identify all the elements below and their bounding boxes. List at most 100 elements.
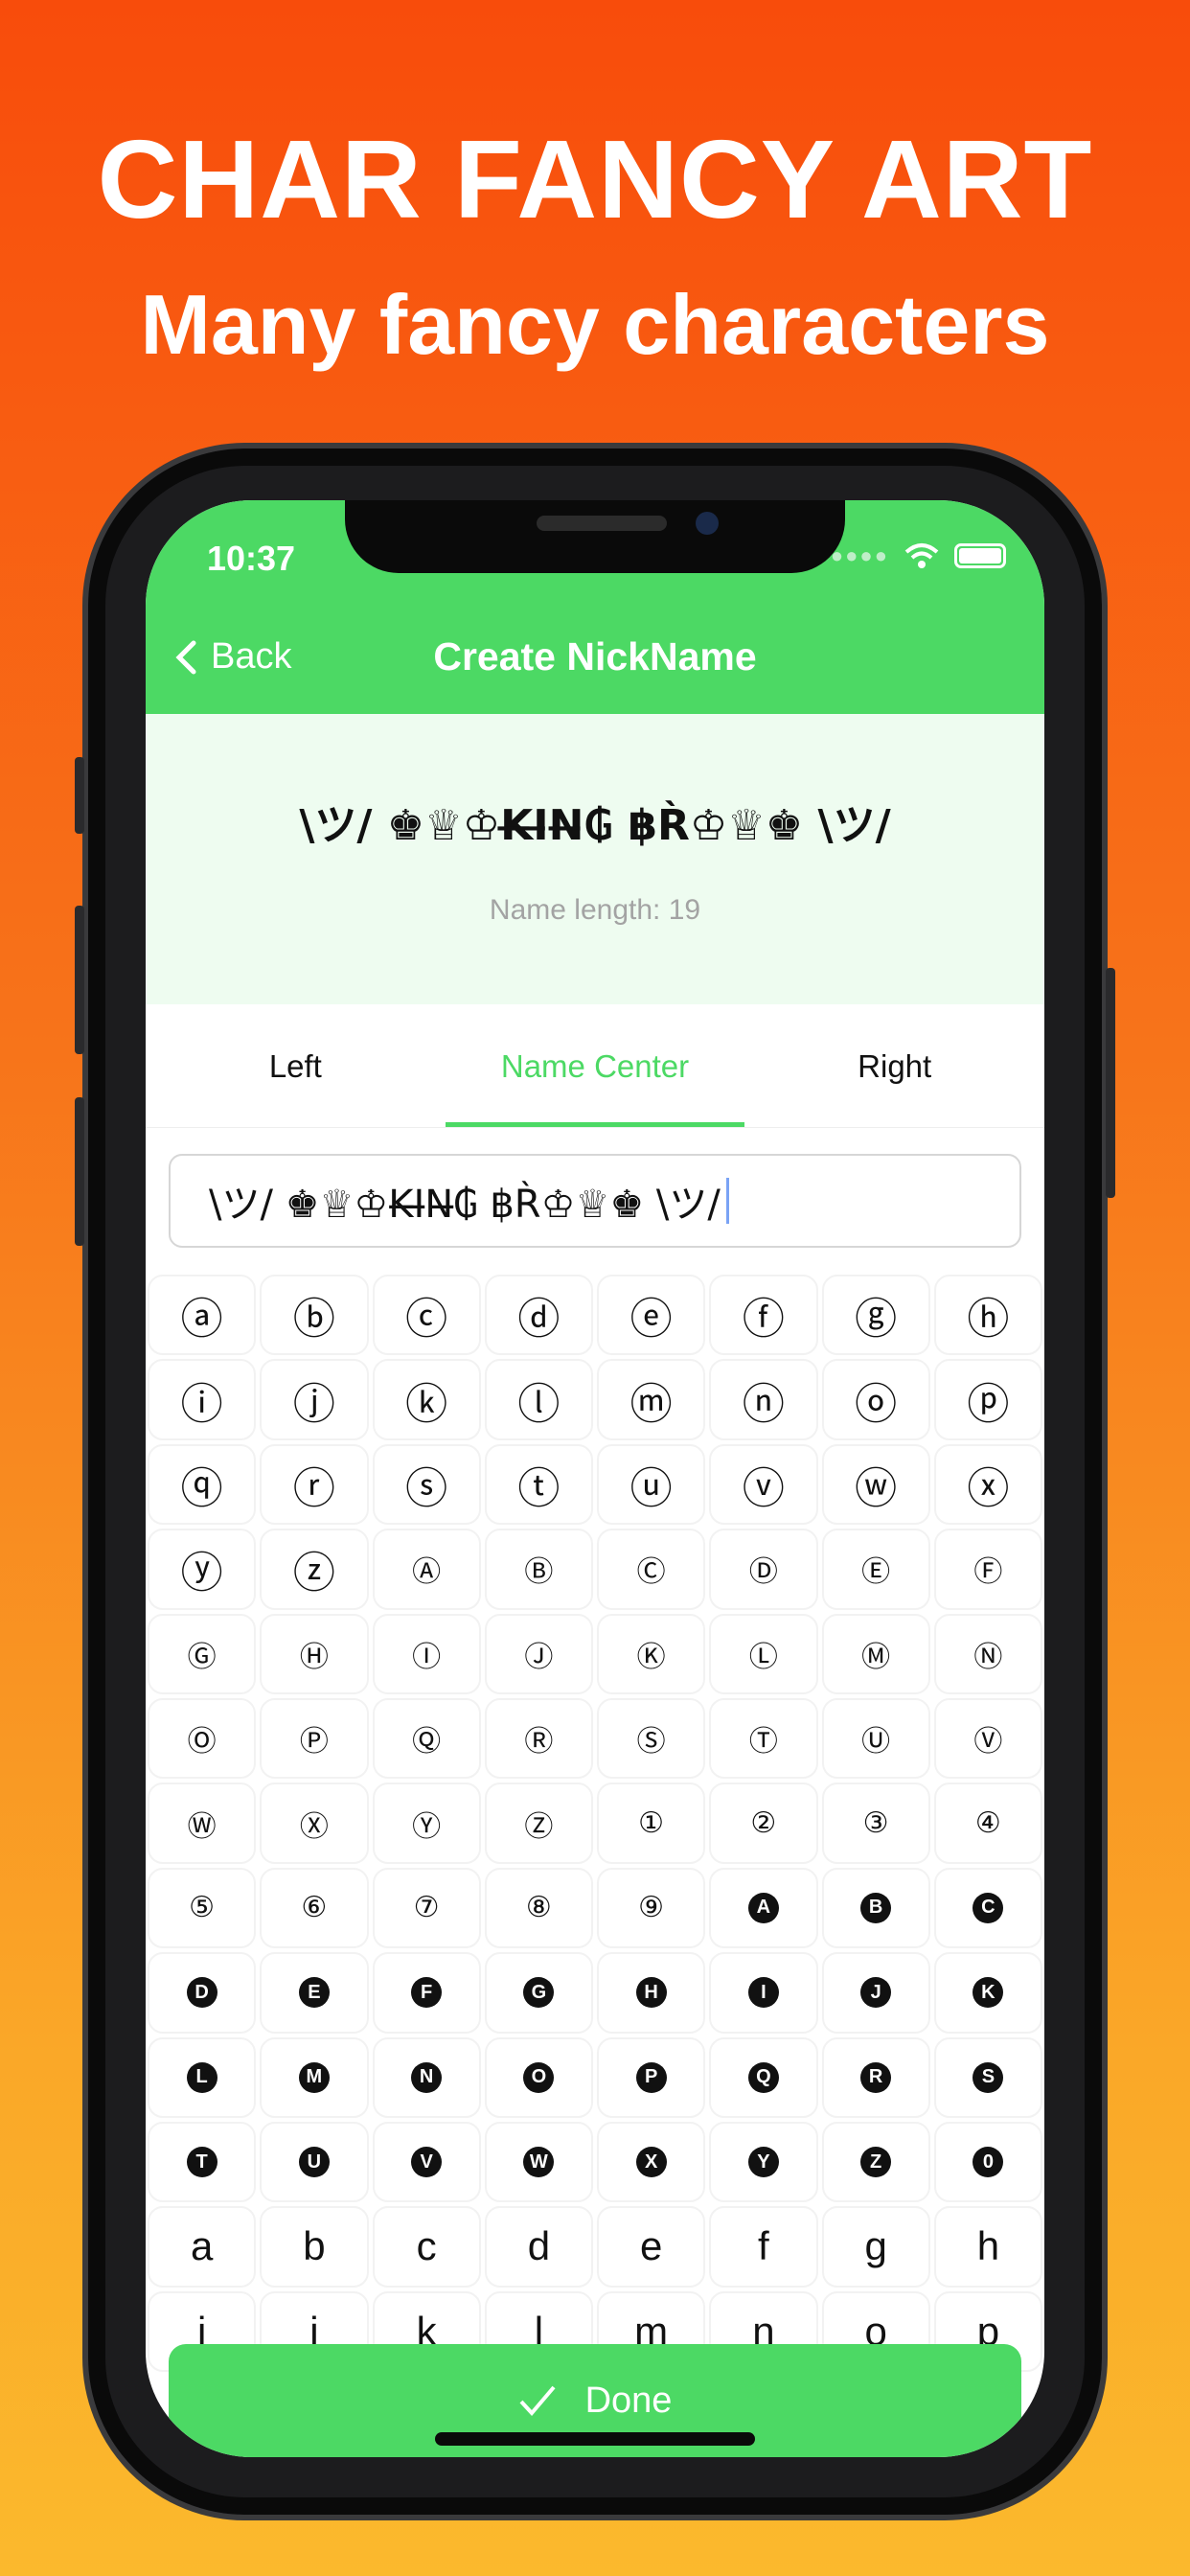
char-cell[interactable]: ⓧ bbox=[933, 1443, 1042, 1526]
char-cell[interactable]: Ⓣ bbox=[709, 1697, 818, 1780]
char-cell[interactable]: U bbox=[260, 2121, 369, 2203]
char-cell[interactable]: Z bbox=[821, 2121, 930, 2203]
char-cell[interactable]: Ⓒ bbox=[597, 1529, 706, 1610]
char-cell[interactable]: R bbox=[821, 2036, 930, 2118]
char-cell[interactable]: ⓨ bbox=[148, 1529, 257, 1610]
char-cell[interactable]: ⓖ bbox=[821, 1275, 930, 1356]
char-cell[interactable]: A bbox=[709, 1867, 818, 1949]
char-cell[interactable]: Ⓧ bbox=[260, 1782, 369, 1864]
char-cell[interactable]: ⓜ bbox=[597, 1359, 706, 1440]
char-cell[interactable]: J bbox=[821, 1952, 930, 2034]
char-cell[interactable]: ⓐ bbox=[148, 1275, 257, 1356]
char-cell[interactable]: P bbox=[597, 2036, 706, 2118]
char-cell[interactable]: S bbox=[933, 2036, 1042, 2118]
char-cell[interactable]: ⓓ bbox=[484, 1275, 593, 1356]
char-cell[interactable]: B bbox=[821, 1867, 930, 1949]
char-cell[interactable]: ⓚ bbox=[372, 1359, 481, 1440]
char-cell[interactable]: C bbox=[933, 1867, 1042, 1949]
char-cell[interactable]: ⓢ bbox=[372, 1443, 481, 1526]
char-cell[interactable]: Ⓦ bbox=[148, 1782, 257, 1864]
char-cell[interactable]: Ⓛ bbox=[709, 1613, 818, 1694]
char-cell[interactable]: f bbox=[709, 2206, 818, 2288]
char-cell[interactable]: Y bbox=[709, 2121, 818, 2203]
char-cell[interactable]: Ⓔ bbox=[821, 1529, 930, 1610]
char-cell[interactable]: Ⓗ bbox=[260, 1613, 369, 1694]
char-cell[interactable]: Ⓙ bbox=[484, 1613, 593, 1694]
char-cell[interactable]: b bbox=[260, 2206, 369, 2288]
char-cell[interactable]: ⑧ bbox=[484, 1867, 593, 1949]
char-cell[interactable]: Ⓚ bbox=[597, 1613, 706, 1694]
tab-left[interactable]: Left bbox=[146, 1004, 446, 1127]
char-cell[interactable]: K bbox=[933, 1952, 1042, 2034]
char-cell[interactable]: ④ bbox=[933, 1782, 1042, 1864]
char-cell[interactable]: Ⓨ bbox=[372, 1782, 481, 1864]
char-cell[interactable]: Q bbox=[709, 2036, 818, 2118]
tab-right[interactable]: Right bbox=[744, 1004, 1044, 1127]
name-input[interactable]: \ツ/ ♚♕♔K̶I̶N̶₲ ฿R̀♔♕♚ \ツ/ bbox=[169, 1154, 1021, 1248]
char-cell[interactable]: Ⓡ bbox=[484, 1697, 593, 1780]
char-cell[interactable]: Ⓑ bbox=[484, 1529, 593, 1610]
char-cell[interactable]: ⓑ bbox=[260, 1275, 369, 1356]
char-cell[interactable]: X bbox=[597, 2121, 706, 2203]
char-cell[interactable]: G bbox=[484, 1952, 593, 2034]
char-cell[interactable]: T bbox=[148, 2121, 257, 2203]
char-cell[interactable]: ⓞ bbox=[821, 1359, 930, 1440]
char-cell[interactable]: H bbox=[597, 1952, 706, 2034]
char-cell[interactable]: E bbox=[260, 1952, 369, 2034]
char-cell[interactable]: Ⓥ bbox=[933, 1697, 1042, 1780]
char-cell[interactable]: Ⓜ bbox=[821, 1613, 930, 1694]
char-cell[interactable]: h bbox=[933, 2206, 1042, 2288]
char-cell[interactable]: ② bbox=[709, 1782, 818, 1864]
char-cell[interactable]: Ⓖ bbox=[148, 1613, 257, 1694]
char-cell[interactable]: N bbox=[372, 2036, 481, 2118]
char-cell[interactable]: V bbox=[372, 2121, 481, 2203]
char-cell[interactable]: ⓙ bbox=[260, 1359, 369, 1440]
char-cell[interactable]: ⓤ bbox=[597, 1443, 706, 1526]
char-cell[interactable]: W bbox=[484, 2121, 593, 2203]
char-cell[interactable]: Ⓐ bbox=[372, 1529, 481, 1610]
char-cell[interactable]: ⓝ bbox=[709, 1359, 818, 1440]
char-cell[interactable]: ⓦ bbox=[821, 1443, 930, 1526]
char-cell[interactable]: ⑦ bbox=[372, 1867, 481, 1949]
char-cell[interactable]: ⑨ bbox=[597, 1867, 706, 1949]
char-cell[interactable]: ③ bbox=[821, 1782, 930, 1864]
char-cell[interactable]: c bbox=[372, 2206, 481, 2288]
char-cell[interactable]: ⓒ bbox=[372, 1275, 481, 1356]
char-cell[interactable]: Ⓝ bbox=[933, 1613, 1042, 1694]
tab-name-center[interactable]: Name Center bbox=[445, 1004, 745, 1127]
char-cell[interactable]: Ⓟ bbox=[260, 1697, 369, 1780]
char-cell[interactable]: Ⓢ bbox=[597, 1697, 706, 1780]
char-cell[interactable]: I bbox=[709, 1952, 818, 2034]
char-cell[interactable]: Ⓞ bbox=[148, 1697, 257, 1780]
char-cell[interactable]: a bbox=[148, 2206, 257, 2288]
char-cell[interactable]: ⓥ bbox=[709, 1443, 818, 1526]
char-cell[interactable]: ⑥ bbox=[260, 1867, 369, 1949]
char-cell[interactable]: ⓗ bbox=[933, 1275, 1042, 1356]
char-cell[interactable]: ⓘ bbox=[148, 1359, 257, 1440]
char-cell[interactable]: D bbox=[148, 1952, 257, 2034]
char-cell[interactable]: Ⓕ bbox=[933, 1529, 1042, 1610]
char-cell[interactable]: 0 bbox=[933, 2121, 1042, 2203]
char-cell[interactable]: g bbox=[821, 2206, 930, 2288]
char-cell[interactable]: ⓣ bbox=[484, 1443, 593, 1526]
char-cell[interactable]: L bbox=[148, 2036, 257, 2118]
char-cell[interactable]: O bbox=[484, 2036, 593, 2118]
char-cell[interactable]: F bbox=[372, 1952, 481, 2034]
char-cell[interactable]: ⑤ bbox=[148, 1867, 257, 1949]
char-cell[interactable]: ① bbox=[597, 1782, 706, 1864]
char-cell[interactable]: e bbox=[597, 2206, 706, 2288]
char-cell[interactable]: Ⓩ bbox=[484, 1782, 593, 1864]
char-cell[interactable]: ⓡ bbox=[260, 1443, 369, 1526]
char-cell[interactable]: ⓟ bbox=[933, 1359, 1042, 1440]
char-cell[interactable]: ⓛ bbox=[484, 1359, 593, 1440]
char-cell[interactable]: Ⓤ bbox=[821, 1697, 930, 1780]
char-cell[interactable]: ⓠ bbox=[148, 1443, 257, 1526]
char-cell[interactable]: Ⓠ bbox=[372, 1697, 481, 1780]
char-cell[interactable]: ⓕ bbox=[709, 1275, 818, 1356]
char-cell[interactable]: Ⓘ bbox=[372, 1613, 481, 1694]
char-cell[interactable]: M bbox=[260, 2036, 369, 2118]
char-cell[interactable]: d bbox=[484, 2206, 593, 2288]
char-cell[interactable]: ⓩ bbox=[260, 1529, 369, 1610]
char-cell[interactable]: ⓔ bbox=[597, 1275, 706, 1356]
char-cell[interactable]: Ⓓ bbox=[709, 1529, 818, 1610]
